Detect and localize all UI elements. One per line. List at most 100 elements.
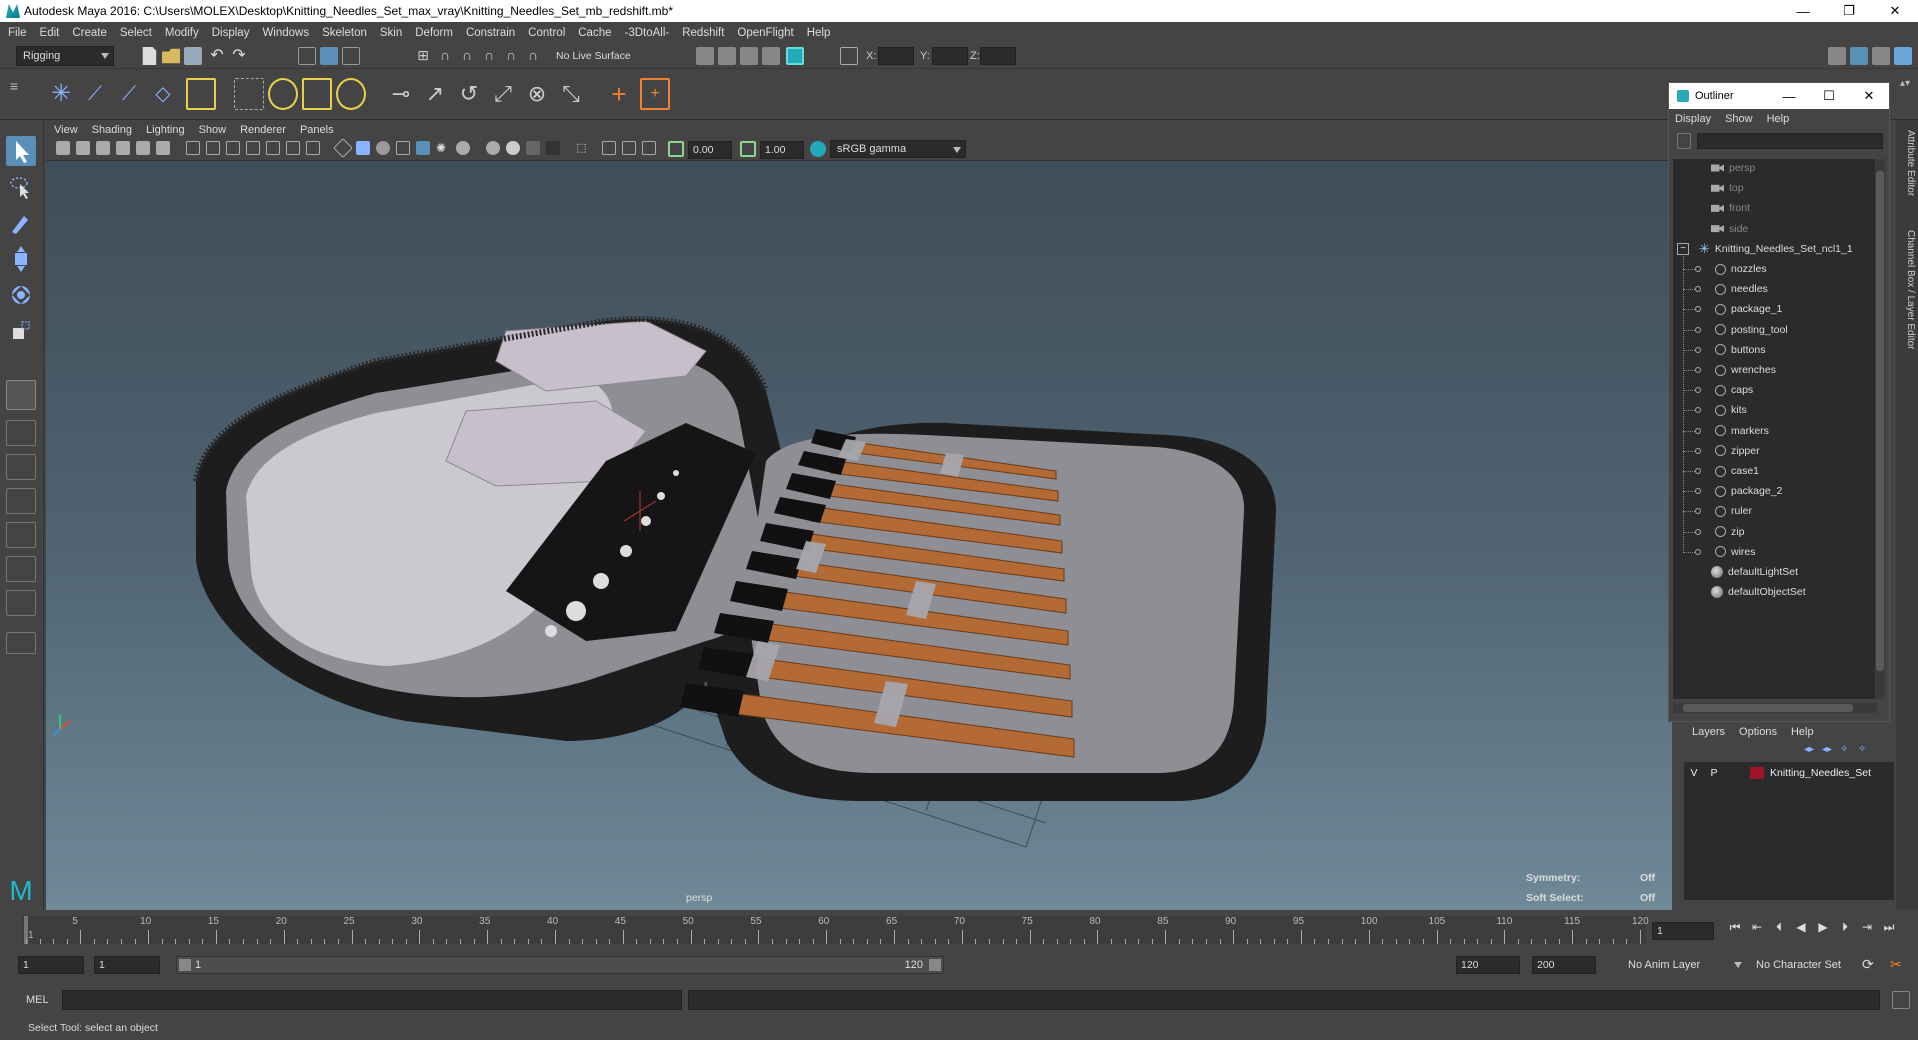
anim-layer-dropdown[interactable]: No Anim Layer bbox=[1622, 956, 1746, 974]
xray-active-icon[interactable] bbox=[622, 141, 636, 155]
animation-start-field[interactable]: 1 bbox=[18, 956, 84, 974]
snap-live-icon[interactable]: ∩ bbox=[524, 47, 542, 65]
xray-joints-icon[interactable] bbox=[642, 141, 656, 155]
maximize-button[interactable]: ❐ bbox=[1826, 0, 1872, 22]
blend-shape-icon[interactable] bbox=[336, 78, 366, 110]
outliner-item-ruler[interactable]: ruler bbox=[1715, 502, 1752, 520]
expand-toggle-icon[interactable] bbox=[1695, 488, 1701, 495]
hypershade-icon[interactable] bbox=[786, 47, 804, 65]
outliner-item-persp[interactable]: persp bbox=[1711, 159, 1755, 177]
menuset-dropdown[interactable]: Rigging bbox=[16, 46, 114, 66]
pole-vector-icon[interactable]: ⤡ bbox=[556, 78, 586, 110]
layers-menu-help[interactable]: Help bbox=[1791, 726, 1814, 738]
layer-playback-toggle[interactable]: P bbox=[1704, 767, 1724, 779]
gamma-field[interactable]: 1.00 bbox=[760, 141, 804, 159]
expand-toggle-icon[interactable] bbox=[1695, 266, 1701, 272]
scale-constraint-icon[interactable]: ⤢ bbox=[488, 78, 518, 110]
image-plane-icon[interactable] bbox=[116, 141, 130, 155]
menu-help[interactable]: Help bbox=[807, 27, 831, 39]
outliner-item-front[interactable]: front bbox=[1711, 199, 1750, 217]
outliner-menu-display[interactable]: Display bbox=[1675, 113, 1711, 125]
outliner-minimize-button[interactable]: — bbox=[1769, 83, 1809, 109]
bookmark-icon[interactable] bbox=[96, 141, 110, 155]
menu-create[interactable]: Create bbox=[72, 27, 107, 39]
transform-constraint-icon[interactable] bbox=[840, 47, 858, 65]
mirror-joint-icon[interactable]: ◇ bbox=[148, 78, 178, 110]
camera-select-icon[interactable] bbox=[56, 141, 70, 155]
select-by-hierarchy-icon[interactable] bbox=[298, 47, 316, 65]
z-field[interactable] bbox=[980, 47, 1016, 65]
range-bar[interactable]: 1 120 bbox=[176, 956, 944, 974]
outliner-item-nozzles[interactable]: nozzles bbox=[1715, 260, 1767, 278]
gate-mask-icon[interactable] bbox=[246, 141, 260, 155]
snap-surface-icon[interactable]: ∩ bbox=[502, 47, 520, 65]
range-end-handle[interactable] bbox=[929, 959, 941, 971]
attribute-editor-tab[interactable]: Attribute Editor bbox=[1898, 130, 1916, 196]
persp-graph-layout-icon[interactable] bbox=[6, 488, 36, 514]
viewport-menu-shading[interactable]: Shading bbox=[92, 124, 132, 136]
playback-end-field[interactable]: 120 bbox=[1456, 956, 1520, 974]
menu-file[interactable]: File bbox=[8, 27, 27, 39]
tool-settings-toggle-icon[interactable] bbox=[1872, 47, 1890, 65]
time-slider-track[interactable]: 1 5 10 15 20 25 30 35 40 45 50 55 60 65 70 75 80 85 90 95 1… bbox=[22, 916, 1649, 944]
expand-toggle-icon[interactable] bbox=[1695, 346, 1701, 353]
paint-weights-icon[interactable] bbox=[234, 78, 264, 110]
set-driven-key-icon[interactable]: + bbox=[604, 78, 634, 110]
select-by-component-icon[interactable] bbox=[342, 47, 360, 65]
outliner-item-side[interactable]: side bbox=[1711, 220, 1748, 238]
select-by-object-icon[interactable] bbox=[320, 47, 338, 65]
menu-skin[interactable]: Skin bbox=[380, 27, 402, 39]
move-tool-icon[interactable] bbox=[6, 244, 36, 274]
outliner-item-markers[interactable]: markers bbox=[1715, 422, 1769, 440]
orient-constraint-icon[interactable]: ↺ bbox=[454, 78, 484, 110]
hypershade-layout-icon[interactable] bbox=[6, 522, 36, 548]
film-gate-icon[interactable] bbox=[206, 141, 220, 155]
menu-edit[interactable]: Edit bbox=[40, 27, 60, 39]
ik-spline-icon[interactable]: ⟋ bbox=[114, 78, 144, 110]
safe-title-icon[interactable] bbox=[306, 141, 320, 155]
outliner-item-buttons[interactable]: buttons bbox=[1715, 341, 1765, 359]
layer-visibility-toggle[interactable]: V bbox=[1684, 767, 1704, 779]
menu-select[interactable]: Select bbox=[120, 27, 152, 39]
expand-toggle-icon[interactable] bbox=[1695, 407, 1701, 414]
play-forward-icon[interactable]: ▶ bbox=[1812, 920, 1834, 935]
expand-toggle-icon[interactable] bbox=[1695, 387, 1701, 394]
color-management-icon[interactable] bbox=[810, 141, 826, 157]
isolate-select-icon[interactable]: ⬚ bbox=[576, 141, 590, 155]
play-backward-icon[interactable]: ◀ bbox=[1790, 920, 1812, 935]
outliner-search-input[interactable] bbox=[1697, 133, 1883, 149]
go-to-end-icon[interactable]: ⏭ bbox=[1878, 920, 1900, 935]
four-view-layout-icon[interactable] bbox=[6, 420, 36, 446]
viewport-menu-lighting[interactable]: Lighting bbox=[146, 124, 185, 136]
open-scene-icon[interactable] bbox=[162, 48, 180, 64]
outliner-item-kits[interactable]: kits bbox=[1715, 401, 1747, 419]
live-surface-field[interactable]: No Live Surface bbox=[552, 47, 660, 65]
xray-icon[interactable] bbox=[602, 141, 616, 155]
expand-toggle-icon[interactable] bbox=[1695, 468, 1701, 474]
step-forward-frame-icon[interactable]: ⏵ bbox=[1834, 920, 1856, 935]
attribute-editor-toggle-icon[interactable] bbox=[1850, 47, 1868, 65]
preferences-icon[interactable]: ✂ bbox=[1890, 956, 1908, 974]
expand-toggle-icon[interactable] bbox=[1695, 326, 1701, 333]
menu-windows[interactable]: Windows bbox=[262, 27, 309, 39]
smooth-shade-icon[interactable] bbox=[356, 141, 370, 155]
outliner-menu-show[interactable]: Show bbox=[1725, 113, 1753, 125]
outliner-filter-icon[interactable] bbox=[1677, 133, 1691, 149]
auto-key-icon[interactable]: ⟳ bbox=[1862, 956, 1880, 974]
snap-point-icon[interactable]: ∩ bbox=[458, 47, 476, 65]
shadows-icon[interactable] bbox=[456, 141, 470, 155]
outliner-horizontal-scrollbar[interactable] bbox=[1673, 703, 1877, 713]
color-space-dropdown[interactable]: sRGB gamma bbox=[830, 140, 966, 158]
custom-layout-icon[interactable] bbox=[6, 632, 36, 654]
render-settings-icon[interactable] bbox=[696, 47, 714, 65]
viewport-menu-view[interactable]: View bbox=[54, 124, 78, 136]
expand-toggle-icon[interactable] bbox=[1695, 508, 1701, 515]
viewport-menu-renderer[interactable]: Renderer bbox=[240, 124, 286, 136]
layer-row[interactable]: V P Knitting_Needles_Set bbox=[1684, 764, 1894, 782]
outliner-maximize-button[interactable]: ☐ bbox=[1809, 83, 1849, 109]
wireframe-icon[interactable] bbox=[333, 138, 353, 158]
channel-box-toggle-icon[interactable] bbox=[1894, 47, 1912, 65]
menu-modify[interactable]: Modify bbox=[165, 27, 199, 39]
grease-pencil-icon[interactable] bbox=[156, 141, 170, 155]
viewport-menu-panels[interactable]: Panels bbox=[300, 124, 334, 136]
